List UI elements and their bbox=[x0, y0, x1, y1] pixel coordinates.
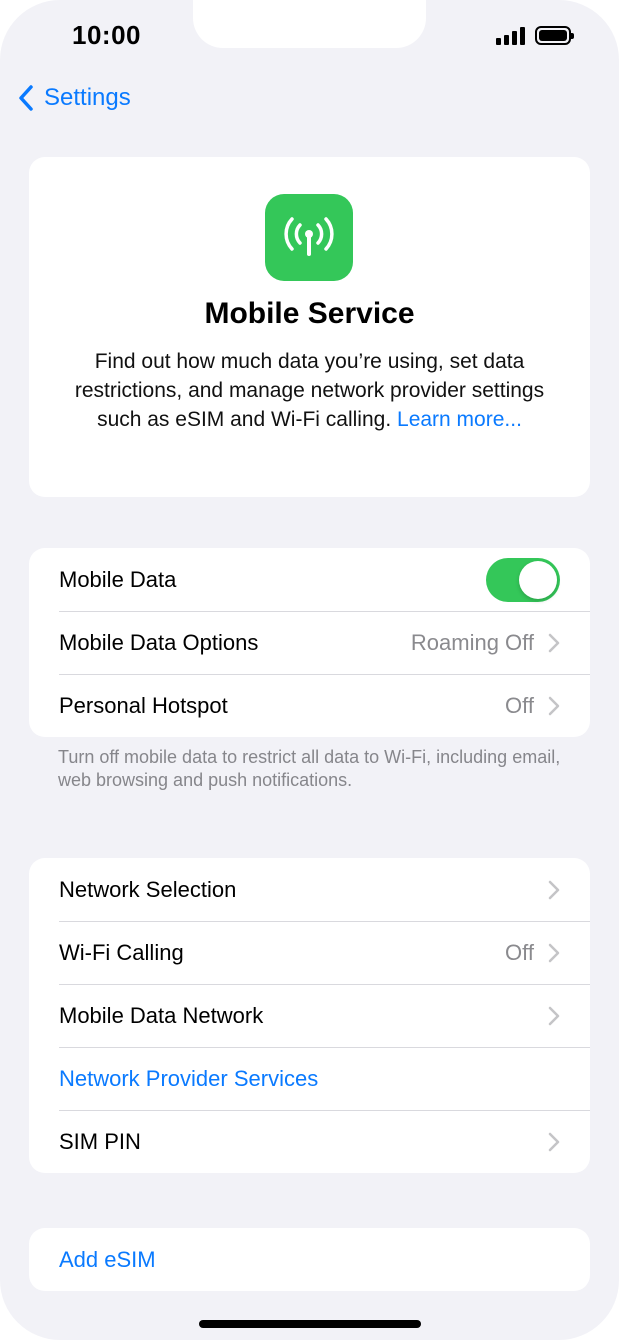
mobile-data-label: Mobile Data bbox=[59, 566, 177, 592]
status-icons bbox=[496, 26, 574, 45]
phone-screen: 10:00 Settings Mobile Service Find out h… bbox=[0, 0, 619, 1340]
network-provider-services-row[interactable]: Network Provider Services bbox=[29, 1047, 590, 1110]
mobile-data-options-label: Mobile Data Options bbox=[59, 629, 259, 655]
antenna-icon bbox=[265, 194, 353, 281]
chevron-right-icon bbox=[548, 943, 560, 962]
back-button[interactable]: Settings bbox=[18, 84, 131, 112]
back-label: Settings bbox=[44, 84, 131, 111]
mobile-data-group: Mobile Data Mobile Data Options Roaming … bbox=[29, 548, 590, 737]
cellular-signal-icon bbox=[496, 26, 525, 45]
chevron-right-icon bbox=[548, 633, 560, 652]
mobile-data-network-row[interactable]: Mobile Data Network bbox=[29, 984, 590, 1047]
battery-icon bbox=[535, 26, 574, 45]
wifi-calling-label: Wi-Fi Calling bbox=[59, 939, 184, 965]
mobile-service-card: Mobile Service Find out how much data yo… bbox=[29, 157, 590, 497]
toggle-knob bbox=[519, 560, 557, 599]
add-esim-row[interactable]: Add eSIM bbox=[29, 1228, 590, 1291]
page-description: Find out how much data you’re using, set… bbox=[73, 347, 546, 434]
network-provider-services-link: Network Provider Services bbox=[59, 1065, 319, 1091]
mobile-data-options-row[interactable]: Mobile Data Options Roaming Off bbox=[29, 611, 590, 674]
mobile-data-footnote: Turn off mobile data to restrict all dat… bbox=[58, 747, 561, 790]
learn-more-link[interactable]: Learn more... bbox=[397, 408, 522, 431]
mobile-data-network-label: Mobile Data Network bbox=[59, 1002, 264, 1028]
hotspot-value: Off bbox=[505, 692, 534, 718]
notch bbox=[193, 0, 426, 48]
esim-group: Add eSIM bbox=[29, 1228, 590, 1291]
wifi-calling-value: Off bbox=[505, 939, 534, 965]
sim-pin-label: SIM PIN bbox=[59, 1128, 141, 1154]
chevron-right-icon bbox=[548, 880, 560, 899]
wifi-calling-row[interactable]: Wi-Fi Calling Off bbox=[29, 921, 590, 984]
personal-hotspot-label: Personal Hotspot bbox=[59, 692, 228, 718]
mobile-data-row: Mobile Data bbox=[29, 548, 590, 611]
mobile-data-toggle[interactable] bbox=[486, 557, 560, 602]
chevron-right-icon bbox=[548, 696, 560, 715]
sim-pin-row[interactable]: SIM PIN bbox=[29, 1110, 590, 1173]
chevron-right-icon bbox=[548, 1006, 560, 1025]
status-time: 10:00 bbox=[72, 20, 141, 50]
chevron-right-icon bbox=[548, 1132, 560, 1151]
chevron-left-icon bbox=[19, 85, 33, 111]
personal-hotspot-row[interactable]: Personal Hotspot Off bbox=[29, 674, 590, 737]
roaming-value: Roaming Off bbox=[410, 629, 534, 655]
page-title: Mobile Service bbox=[204, 297, 415, 330]
add-esim-button: Add eSIM bbox=[59, 1246, 156, 1272]
network-selection-label: Network Selection bbox=[59, 876, 237, 902]
network-selection-row[interactable]: Network Selection bbox=[29, 858, 590, 921]
network-group: Network Selection Wi-Fi Calling Off Mobi… bbox=[29, 858, 590, 1173]
home-indicator[interactable] bbox=[199, 1320, 421, 1328]
